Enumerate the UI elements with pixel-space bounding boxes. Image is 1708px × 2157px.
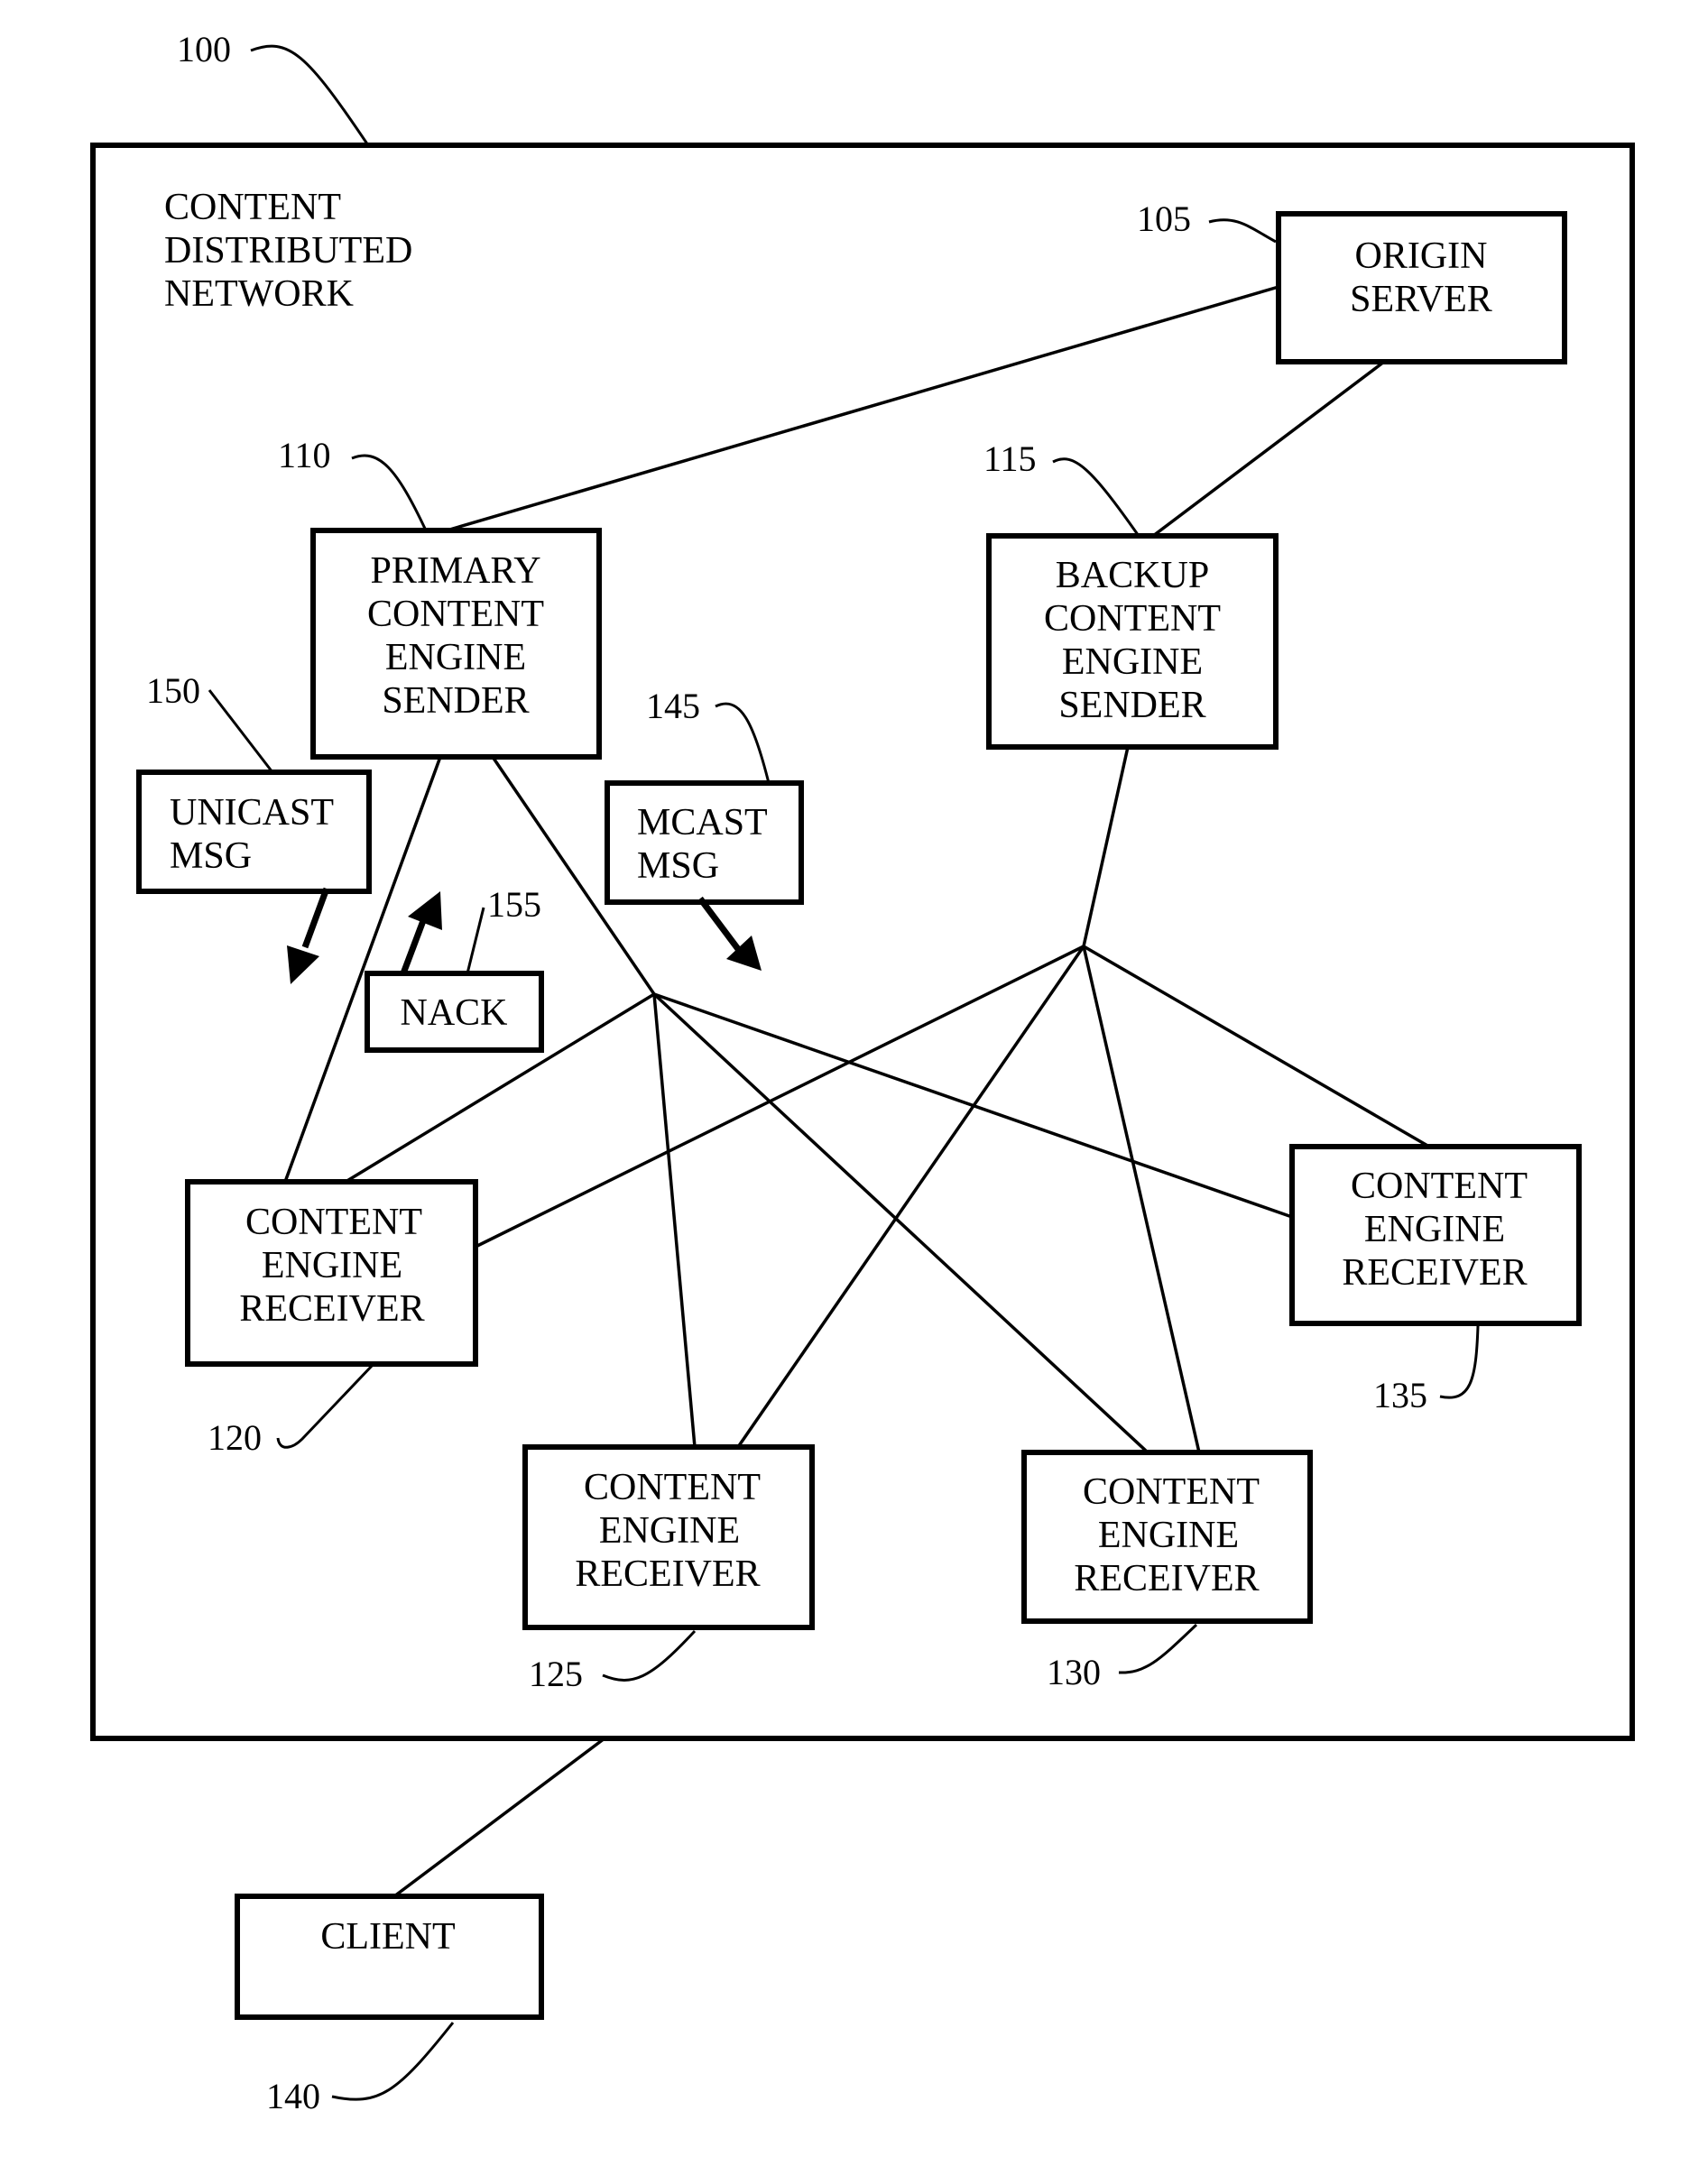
link-hub-b-receiver-120 xyxy=(475,945,1085,1249)
link-hub-b-receiver-135 xyxy=(1083,945,1430,1148)
ref-label-125: 125 xyxy=(529,1654,583,1694)
ref-label-130: 130 xyxy=(1047,1652,1101,1692)
unicast-arrow-icon xyxy=(287,887,330,984)
ref-label-135: 135 xyxy=(1373,1375,1427,1415)
leader-line-110 xyxy=(351,454,428,531)
message-label-line: NACK xyxy=(400,992,507,1034)
ref-label-155: 155 xyxy=(487,884,541,925)
network-label: CONTENT DISTRIBUTED NETWORK xyxy=(164,187,412,315)
node-label-line: CONTENT xyxy=(1351,1166,1528,1207)
link-hub-a-receiver-125 xyxy=(652,993,697,1448)
node-label-line: PRIMARY xyxy=(370,550,540,592)
node-label-line: CONTENT xyxy=(367,594,544,635)
network-label-line: NETWORK xyxy=(164,273,354,315)
link-backup-hub xyxy=(1082,746,1130,947)
link-network-client xyxy=(392,1737,606,1898)
node-label-line: ENGINE xyxy=(1364,1209,1505,1250)
client-node[interactable]: CLIENT xyxy=(235,1894,544,2020)
node-label-line: RECEIVER xyxy=(1342,1252,1527,1294)
leader-line-130 xyxy=(1118,1623,1198,1674)
unicast-msg-node[interactable]: UNICAST MSG xyxy=(136,770,372,894)
leader-line-120 xyxy=(276,1362,375,1449)
network-label-line: CONTENT xyxy=(164,187,341,228)
leader-line-155 xyxy=(466,907,485,974)
link-origin-primary xyxy=(446,285,1279,532)
node-label-line: ENGINE xyxy=(599,1510,740,1552)
backup-sender-node[interactable]: BACKUP CONTENT ENGINE SENDER xyxy=(986,533,1279,750)
leader-line-125 xyxy=(602,1629,697,1682)
message-label-line: MCAST xyxy=(637,802,768,843)
node-label-line: RECEIVER xyxy=(1074,1558,1259,1599)
node-label-line: CONTENT xyxy=(584,1467,761,1508)
mcast-msg-node[interactable]: MCAST MSG xyxy=(605,780,804,905)
node-label-line: ENGINE xyxy=(385,637,526,678)
receiver-135-node[interactable]: CONTENT ENGINE RECEIVER xyxy=(1289,1144,1582,1326)
message-label-line: MSG xyxy=(170,835,252,877)
message-label-line: MSG xyxy=(637,845,719,887)
receiver-120-node[interactable]: CONTENT ENGINE RECEIVER xyxy=(185,1179,478,1367)
receiver-125-node[interactable]: CONTENT ENGINE RECEIVER xyxy=(522,1444,815,1630)
node-label-line: CONTENT xyxy=(1044,598,1221,640)
node-label-line: SENDER xyxy=(382,680,529,722)
ref-label-120: 120 xyxy=(208,1417,262,1458)
network-frame xyxy=(90,143,1635,1741)
node-label-line: ORIGIN xyxy=(1355,235,1488,277)
leader-line-140 xyxy=(331,2022,455,2101)
link-hub-a-receiver-130 xyxy=(652,992,1149,1454)
ref-label-110: 110 xyxy=(278,435,331,475)
node-label-line: BACKUP xyxy=(1056,555,1209,596)
ref-label-100: 100 xyxy=(177,29,231,69)
node-label-line: ENGINE xyxy=(1098,1515,1239,1556)
leader-line-105 xyxy=(1208,218,1277,244)
network-label-line: DISTRIBUTED xyxy=(164,230,412,272)
leader-line-150 xyxy=(208,689,274,773)
node-label-line: CONTENT xyxy=(245,1202,422,1243)
primary-sender-node[interactable]: PRIMARY CONTENT ENGINE SENDER xyxy=(310,528,602,760)
node-label-line: ENGINE xyxy=(262,1245,402,1286)
node-label-line: CONTENT xyxy=(1083,1471,1260,1513)
node-label-line: SENDER xyxy=(1058,685,1205,726)
mcast-arrow-icon xyxy=(697,896,762,971)
ref-label-140: 140 xyxy=(266,2076,320,2116)
receiver-130-node[interactable]: CONTENT ENGINE RECEIVER xyxy=(1021,1450,1313,1624)
ref-label-105: 105 xyxy=(1137,198,1191,239)
node-label-line: ENGINE xyxy=(1062,641,1203,683)
cdn-diagram: CONTENT DISTRIBUTED NETWORK 100 ORIGIN S… xyxy=(90,29,1635,2116)
node-label-line: RECEIVER xyxy=(575,1553,760,1595)
nack-arrow-icon xyxy=(400,891,442,975)
node-label-line: CLIENT xyxy=(320,1916,455,1958)
origin-server-node[interactable]: ORIGIN SERVER xyxy=(1276,211,1567,364)
link-origin-backup xyxy=(1151,360,1386,538)
link-hub-b-receiver-130 xyxy=(1082,945,1201,1453)
nack-node[interactable]: NACK xyxy=(365,971,544,1053)
ref-label-150: 150 xyxy=(146,670,200,711)
ref-label-115: 115 xyxy=(983,438,1037,479)
leader-line-135 xyxy=(1439,1325,1480,1399)
leader-line-100 xyxy=(250,44,370,146)
link-hub-b-receiver-125 xyxy=(736,945,1085,1448)
message-label-line: UNICAST xyxy=(170,792,334,834)
leader-line-115 xyxy=(1052,457,1140,537)
ref-label-145: 145 xyxy=(646,686,700,726)
node-label-line: RECEIVER xyxy=(239,1288,424,1330)
node-label-line: SERVER xyxy=(1350,279,1492,320)
leader-line-145 xyxy=(715,702,771,784)
